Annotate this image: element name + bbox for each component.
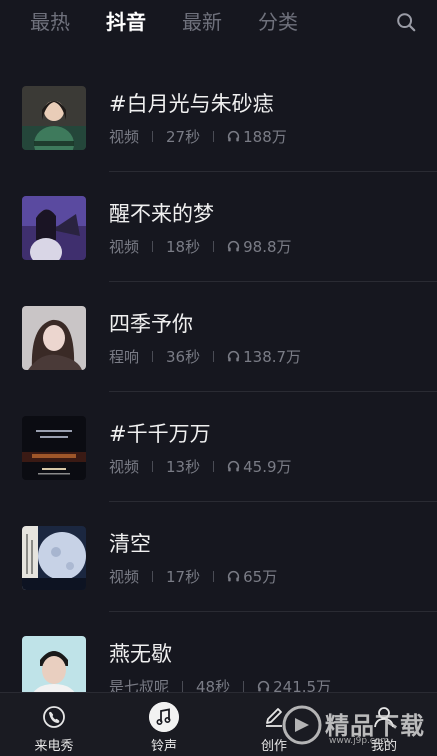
cover-thumbnail — [22, 416, 86, 480]
item-author: 程响 — [109, 348, 140, 366]
divider — [213, 131, 215, 142]
item-meta: 视频 27秒 188万 — [109, 126, 287, 147]
item-plays: 98.8万 — [243, 238, 292, 256]
divider — [152, 351, 154, 362]
divider — [182, 681, 184, 692]
list-item[interactable]: 清空 视频 17秒 65万 — [0, 502, 437, 612]
search-icon[interactable] — [395, 11, 417, 33]
item-author: 视频 — [109, 568, 140, 586]
tab-category[interactable]: 分类 — [258, 0, 298, 44]
divider — [152, 571, 154, 582]
headphones-icon — [228, 460, 240, 472]
watermark-url: www.j9p.com — [329, 736, 390, 746]
tab-douyin[interactable]: 抖音 — [106, 0, 146, 44]
app-root: 最热 抖音 最新 分类 #白月光与朱砂痣 视频 27秒 188万 醒不来的梦 视… — [0, 0, 437, 756]
item-duration: 17秒 — [166, 568, 201, 586]
divider — [152, 131, 154, 142]
item-title: #千千万万 — [109, 422, 211, 446]
watermark-logo-icon — [282, 705, 322, 745]
item-title: 四季予你 — [109, 312, 193, 336]
cover-thumbnail — [22, 306, 86, 370]
divider — [243, 681, 245, 692]
divider — [213, 241, 215, 252]
ringtone-list: #白月光与朱砂痣 视频 27秒 188万 醒不来的梦 视频 18秒 98.8万 … — [0, 62, 437, 722]
item-duration: 27秒 — [166, 128, 201, 146]
item-title: 燕无歇 — [109, 642, 172, 666]
divider — [213, 571, 215, 582]
divider — [213, 461, 215, 472]
item-meta: 视频 17秒 65万 — [109, 566, 277, 587]
item-author: 视频 — [109, 238, 140, 256]
headphones-icon — [228, 240, 240, 252]
nav-ringtone[interactable]: 铃声 — [124, 693, 204, 756]
list-item[interactable]: 四季予你 程响 36秒 138.7万 — [0, 282, 437, 392]
item-duration: 13秒 — [166, 458, 201, 476]
music-note-icon — [149, 702, 179, 732]
phone-show-icon — [43, 706, 65, 728]
list-item[interactable]: #千千万万 视频 13秒 45.9万 — [0, 392, 437, 502]
divider — [213, 351, 215, 362]
item-meta: 视频 18秒 98.8万 — [109, 236, 292, 257]
cover-thumbnail — [22, 196, 86, 260]
list-item[interactable]: 醒不来的梦 视频 18秒 98.8万 — [0, 172, 437, 282]
headphones-icon — [228, 570, 240, 582]
item-author: 视频 — [109, 458, 140, 476]
item-title: #白月光与朱砂痣 — [109, 92, 274, 116]
headphones-icon — [228, 130, 240, 142]
item-plays: 138.7万 — [243, 348, 302, 366]
item-plays: 188万 — [243, 128, 287, 146]
item-title: 清空 — [109, 532, 151, 556]
item-meta: 视频 13秒 45.9万 — [109, 456, 292, 477]
headphones-icon — [228, 350, 240, 362]
item-meta: 程响 36秒 138.7万 — [109, 346, 301, 367]
list-item[interactable]: #白月光与朱砂痣 视频 27秒 188万 — [0, 62, 437, 172]
item-plays: 45.9万 — [243, 458, 292, 476]
divider — [152, 241, 154, 252]
item-duration: 18秒 — [166, 238, 201, 256]
item-author: 视频 — [109, 128, 140, 146]
nav-label: 来电秀 — [34, 739, 74, 754]
top-tab-bar: 最热 抖音 最新 分类 — [0, 0, 437, 44]
item-plays: 65万 — [243, 568, 278, 586]
nav-label: 铃声 — [150, 739, 177, 754]
divider — [152, 461, 154, 472]
cover-thumbnail — [22, 636, 86, 700]
item-title: 醒不来的梦 — [109, 202, 214, 226]
site-watermark: 精品下载 www.j9p.com — [281, 700, 431, 752]
cover-thumbnail — [22, 86, 86, 150]
item-duration: 36秒 — [166, 348, 201, 366]
tab-newest[interactable]: 最新 — [182, 0, 222, 44]
tab-hottest[interactable]: 最热 — [30, 0, 70, 44]
nav-call-show[interactable]: 来电秀 — [14, 693, 94, 756]
cover-thumbnail — [22, 526, 86, 590]
